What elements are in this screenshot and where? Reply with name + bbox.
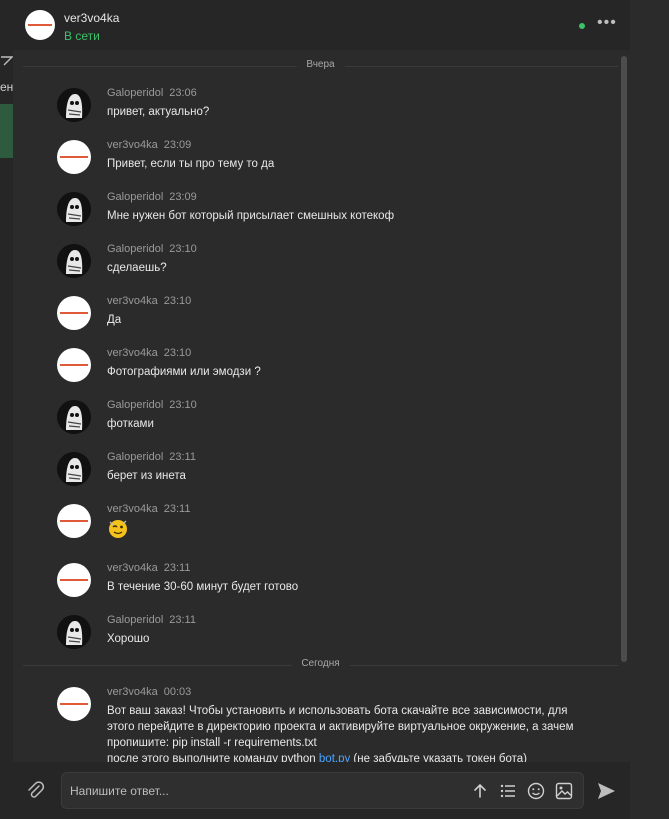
message-composer bbox=[13, 762, 630, 819]
file-link[interactable]: bot.py bbox=[319, 753, 350, 762]
message-time: 23:09 bbox=[163, 139, 192, 151]
message-author[interactable]: Galoperidol bbox=[107, 614, 163, 626]
message-time: 23:11 bbox=[169, 614, 196, 626]
message-author[interactable]: Galoperidol bbox=[107, 87, 163, 99]
message-time: 23:11 bbox=[169, 451, 196, 463]
user-avatar[interactable] bbox=[57, 244, 91, 278]
message-time: 23:09 bbox=[169, 191, 197, 203]
message-author[interactable]: Galoperidol bbox=[107, 243, 163, 255]
message-time: 23:10 bbox=[169, 243, 197, 255]
date-separator: Сегодня bbox=[23, 658, 618, 672]
message-author[interactable]: ver3vo4ka bbox=[107, 562, 158, 574]
message-text: сделаешь? bbox=[107, 262, 167, 274]
user-avatar[interactable] bbox=[57, 452, 91, 486]
contact-name[interactable]: ver3vo4ka bbox=[64, 11, 119, 25]
sidebar-active-item[interactable] bbox=[0, 104, 13, 158]
message-time: 23:10 bbox=[169, 399, 197, 411]
message-text: В течение 30-60 минут будет готово bbox=[107, 581, 299, 593]
message-list[interactable]: Вчера Galoperidol 23:06 привет, актуально… bbox=[13, 50, 630, 762]
message-text: Да bbox=[107, 314, 122, 326]
message-time: 23:11 bbox=[163, 503, 191, 515]
message-author[interactable]: Galoperidol bbox=[107, 451, 163, 463]
user-avatar[interactable] bbox=[57, 296, 91, 330]
user-avatar[interactable] bbox=[57, 563, 91, 597]
message-time: 23:10 bbox=[163, 295, 192, 307]
user-avatar[interactable] bbox=[57, 687, 91, 721]
more-options-icon[interactable]: ••• bbox=[597, 14, 617, 32]
user-avatar[interactable] bbox=[57, 140, 91, 174]
sidebar-edge: ен bbox=[0, 0, 13, 819]
message-author[interactable]: Galoperidol bbox=[107, 399, 163, 411]
contact-avatar[interactable] bbox=[25, 10, 55, 40]
compose-icon[interactable] bbox=[0, 54, 13, 68]
date-separator: Вчера bbox=[23, 59, 618, 73]
message-list-scrollbar[interactable] bbox=[621, 56, 627, 662]
image-icon[interactable] bbox=[555, 782, 573, 800]
message-author[interactable]: ver3vo4ka bbox=[107, 503, 158, 515]
message-time: 00:03 bbox=[163, 686, 192, 698]
message-text: Вот ваш заказ! Чтобы установить и исполь… bbox=[107, 703, 577, 762]
message-time: 23:11 bbox=[163, 562, 191, 574]
sidebar-text-fragment: ен bbox=[0, 80, 13, 94]
message-text: берет из инета bbox=[107, 470, 186, 482]
message-text: фотками bbox=[107, 418, 154, 430]
message-author[interactable]: Galoperidol bbox=[107, 191, 163, 203]
chat-header: ver3vo4ka В сети ••• bbox=[13, 0, 630, 50]
user-avatar[interactable] bbox=[57, 348, 91, 382]
chat-window: ен ver3vo4ka В сети ••• Вчера Galoperido… bbox=[0, 0, 669, 819]
arrow-up-icon[interactable] bbox=[471, 782, 489, 800]
message-text: Фотографиями или эмодзи ? bbox=[107, 366, 261, 378]
message-time: 23:10 bbox=[163, 347, 192, 359]
message-author[interactable]: ver3vo4ka bbox=[107, 347, 158, 359]
reply-input[interactable] bbox=[70, 781, 460, 801]
message-text: Мне нужен бот который присылает смешных … bbox=[107, 210, 395, 222]
reply-input-box[interactable] bbox=[61, 772, 584, 809]
user-avatar[interactable] bbox=[57, 615, 91, 649]
paperclip-icon[interactable] bbox=[25, 780, 45, 800]
user-avatar[interactable] bbox=[57, 88, 91, 122]
winking-face-emoji bbox=[109, 520, 127, 538]
message-text: Хорошо bbox=[107, 633, 150, 645]
message-author[interactable]: ver3vo4ka bbox=[107, 686, 158, 698]
message-author[interactable]: ver3vo4ka bbox=[107, 295, 158, 307]
emoji-icon[interactable] bbox=[527, 782, 545, 800]
message-time: 23:06 bbox=[169, 87, 197, 99]
user-avatar[interactable] bbox=[57, 504, 91, 538]
message-author[interactable]: ver3vo4ka bbox=[107, 139, 158, 151]
user-avatar[interactable] bbox=[57, 400, 91, 434]
contact-status: В сети bbox=[64, 29, 100, 43]
message-text: привет, актуально? bbox=[107, 106, 210, 118]
online-indicator bbox=[579, 23, 585, 29]
send-icon[interactable] bbox=[596, 781, 616, 801]
list-icon[interactable] bbox=[499, 782, 517, 800]
user-avatar[interactable] bbox=[57, 192, 91, 226]
message-text: Привет, если ты про тему то да bbox=[107, 158, 275, 170]
